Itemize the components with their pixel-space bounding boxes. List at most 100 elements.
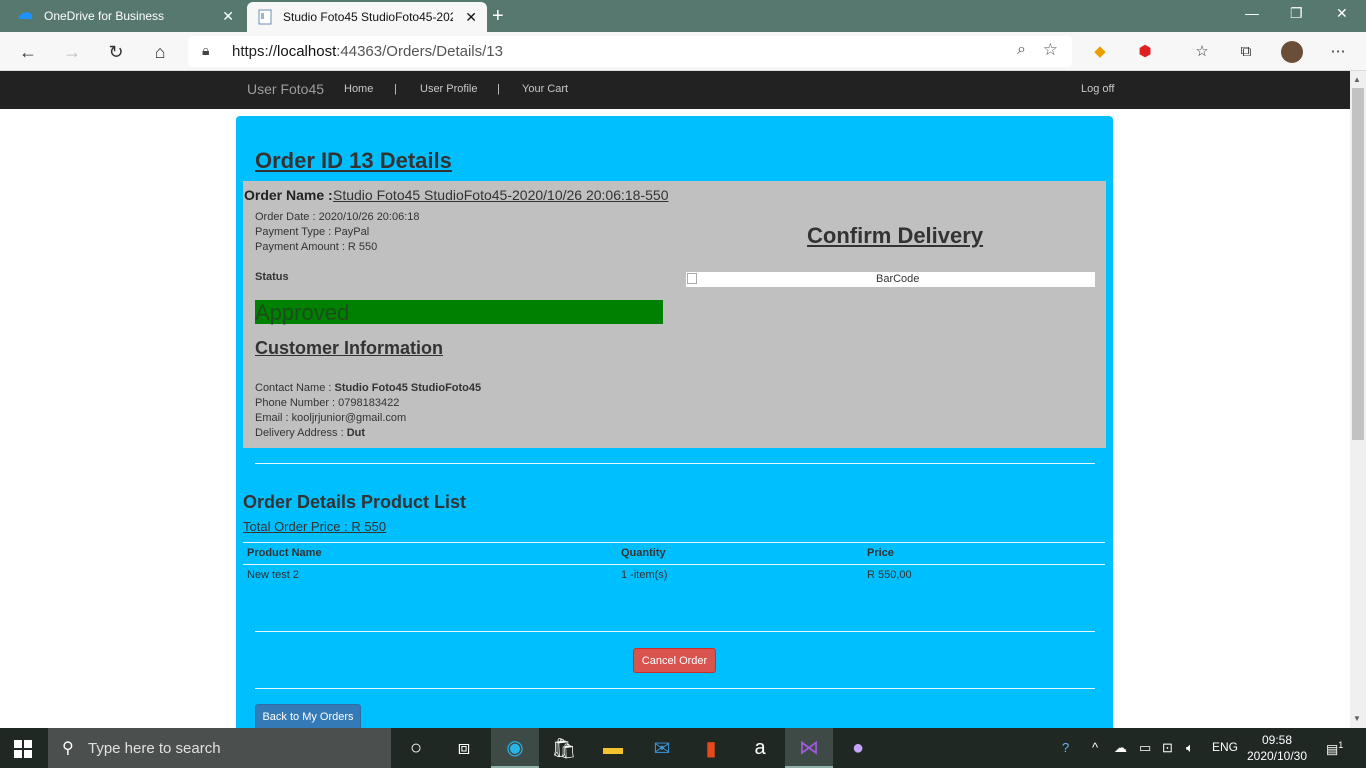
confirm-delivery-heading: Confirm Delivery xyxy=(807,223,984,248)
customer-heading: Customer Information xyxy=(255,338,444,358)
adblock-icon[interactable]: ⬢ xyxy=(1135,41,1155,61)
onedrive-icon xyxy=(18,8,34,24)
task-view-icon[interactable]: ⧈ xyxy=(440,728,488,768)
clock-time: 09:58 xyxy=(1261,733,1293,747)
delivery-address: Delivery Address : Dut xyxy=(255,427,366,439)
payment-amount: Payment Amount : R 550 xyxy=(255,241,378,253)
contact-name: Contact Name : Studio Foto45 StudioFoto4… xyxy=(255,382,482,394)
profile-avatar[interactable] xyxy=(1281,41,1303,63)
cell-product-name: New test 2 xyxy=(247,569,299,581)
tab-label: OneDrive for Business xyxy=(44,9,165,23)
nav-home[interactable]: Home xyxy=(344,83,373,95)
restore-icon[interactable]: ❐ xyxy=(1290,5,1303,22)
nav-your-cart[interactable]: Your Cart xyxy=(522,83,568,95)
more-menu-icon[interactable]: ⋯ xyxy=(1328,41,1348,61)
notification-icon[interactable]: ▤1 xyxy=(1326,740,1343,757)
amazon-icon[interactable]: a xyxy=(736,728,784,768)
nav-log-off[interactable]: Log off xyxy=(1081,83,1114,95)
address-bar[interactable]: 🔒︎ https://localhost:44363/Orders/Detail… xyxy=(188,36,1072,67)
favorites-list-icon[interactable]: ☆ xyxy=(1192,41,1212,61)
notification-count: 1 xyxy=(1338,740,1344,750)
github-desktop-icon[interactable]: ● xyxy=(834,728,882,768)
volume-icon[interactable]: 🔈︎ xyxy=(1186,740,1194,756)
payment-type: Payment Type : PayPal xyxy=(255,226,370,238)
minimize-icon[interactable]: — xyxy=(1245,5,1259,21)
windows-start-icon[interactable] xyxy=(14,740,32,758)
back-arrow-icon[interactable]: ← xyxy=(16,40,40,64)
cell-quantity: 1 -item(s) xyxy=(621,569,668,581)
barcode-alt-text: BarCode xyxy=(876,273,920,285)
scrollbar-thumb[interactable] xyxy=(1352,88,1364,440)
table-border xyxy=(243,564,1105,565)
divider xyxy=(255,631,1095,632)
new-tab-icon[interactable]: + xyxy=(492,5,504,28)
total-order-price: Total Order Price : R 550 xyxy=(243,519,387,534)
site-brand[interactable]: User Foto45 xyxy=(247,81,324,97)
barcode-image: BarCode xyxy=(686,272,1095,287)
column-header-quantity: Quantity xyxy=(621,547,666,559)
page-icon xyxy=(257,9,273,25)
divider xyxy=(255,463,1095,464)
scroll-up-icon[interactable]: ▲ xyxy=(1353,75,1361,84)
home-icon[interactable]: ⌂ xyxy=(148,40,172,64)
order-name-label: Order Name : xyxy=(244,187,333,203)
onedrive-tray-icon[interactable]: ☁ xyxy=(1114,740,1127,756)
window-close-icon[interactable]: ✕ xyxy=(1336,5,1348,22)
file-explorer-icon[interactable]: ▬ xyxy=(589,728,637,768)
office-icon[interactable]: ▮ xyxy=(687,728,735,768)
order-date: Order Date : 2020/10/26 20:06:18 xyxy=(255,211,420,223)
email: Email : kooljrjunior@gmail.com xyxy=(255,412,407,424)
windows-taskbar: ⚲ Type here to search ○ ⧈ ◉ 🛍︎ ▬ ✉ ▮ a ⋈… xyxy=(0,728,1366,768)
order-heading: Order ID 13 Details xyxy=(255,148,452,173)
system-clock[interactable]: 09:58 2020/10/30 xyxy=(1246,732,1308,764)
scroll-down-icon[interactable]: ▼ xyxy=(1353,714,1361,723)
refresh-icon[interactable]: ↻ xyxy=(104,40,128,64)
forward-arrow-icon[interactable]: → xyxy=(60,40,84,64)
status-value: Approved xyxy=(255,300,350,325)
favorite-star-icon[interactable]: ☆ xyxy=(1043,40,1058,60)
visual-studio-icon[interactable]: ⋈ xyxy=(785,728,833,768)
extension-shield-icon[interactable]: ◆ xyxy=(1090,41,1110,61)
column-header-product: Product Name xyxy=(247,547,322,559)
cortana-icon[interactable]: ○ xyxy=(392,728,440,768)
product-list-heading: Order Details Product List xyxy=(243,492,467,512)
network-icon[interactable]: ⊡ xyxy=(1162,740,1173,756)
divider xyxy=(255,688,1095,689)
table-border xyxy=(243,542,1105,543)
nav-separator: | xyxy=(394,83,397,95)
nav-user-profile[interactable]: User Profile xyxy=(420,83,477,95)
tab-onedrive[interactable]: OneDrive for Business ✕ xyxy=(0,0,244,32)
column-header-price: Price xyxy=(867,547,894,559)
browser-tab-bar: OneDrive for Business ✕ Studio Foto45 St… xyxy=(0,0,1366,32)
battery-icon[interactable]: ▭ xyxy=(1139,740,1151,756)
chevron-up-icon[interactable]: ^ xyxy=(1092,740,1098,755)
search-icon: ⚲ xyxy=(62,740,74,757)
language-indicator[interactable]: ENG xyxy=(1212,740,1238,754)
url-text: https://localhost:44363/Orders/Details/1… xyxy=(232,43,503,60)
mail-icon[interactable]: ✉ xyxy=(638,728,686,768)
clock-date: 2020/10/30 xyxy=(1246,749,1308,763)
collections-icon[interactable]: ⧉ xyxy=(1236,41,1256,61)
site-navbar: User Foto45 Home | User Profile | Your C… xyxy=(0,71,1350,109)
status-label: Status xyxy=(255,271,289,283)
cell-price: R 550,00 xyxy=(867,569,912,581)
help-icon[interactable]: ? xyxy=(1062,740,1069,755)
browser-toolbar: ← → ↻ ⌂ 🔒︎ https://localhost:44363/Order… xyxy=(0,32,1366,71)
taskbar-search[interactable]: ⚲ Type here to search xyxy=(48,728,391,768)
tab-order-details[interactable]: Studio Foto45 StudioFoto45-202 ✕ xyxy=(247,2,487,32)
search-placeholder: Type here to search xyxy=(88,740,221,757)
store-icon[interactable]: 🛍︎ xyxy=(540,728,588,768)
broken-image-icon xyxy=(687,273,697,284)
phone-number: Phone Number : 0798183422 xyxy=(255,397,400,409)
tab-label: Studio Foto45 StudioFoto45-202 xyxy=(283,10,453,24)
status-badge: Approved xyxy=(255,300,663,325)
close-icon[interactable]: ✕ xyxy=(465,9,477,26)
cancel-order-button[interactable]: Cancel Order xyxy=(633,648,716,673)
nav-separator: | xyxy=(497,83,500,95)
edge-icon[interactable]: ◉ xyxy=(491,728,539,768)
zoom-icon[interactable]: ⌕ xyxy=(1017,41,1026,59)
close-icon[interactable]: ✕ xyxy=(222,8,234,25)
order-name-value: Studio Foto45 StudioFoto45-2020/10/26 20… xyxy=(333,187,669,203)
back-to-orders-button[interactable]: Back to My Orders xyxy=(255,704,361,730)
lock-icon[interactable]: 🔒︎ xyxy=(202,42,209,59)
